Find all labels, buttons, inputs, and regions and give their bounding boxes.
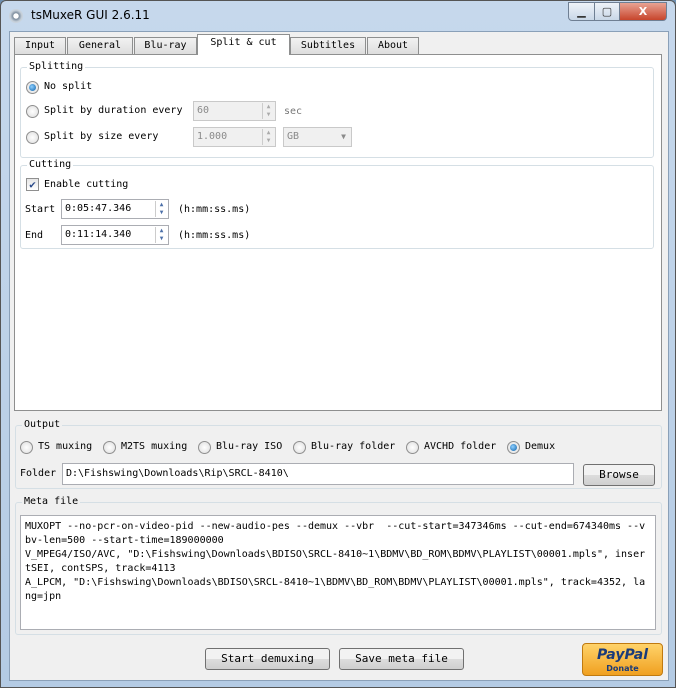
no-split-label: No split: [44, 81, 93, 92]
enable-cutting-checkbox[interactable]: ✔: [26, 178, 39, 191]
end-time-spinner[interactable]: ▲ ▼: [155, 227, 167, 243]
end-time-value: 0:11:14.340: [65, 229, 132, 240]
duration-spinner[interactable]: ▲ ▼: [262, 103, 274, 119]
folder-label: Folder: [20, 468, 57, 479]
splitting-title: Splitting: [27, 61, 86, 72]
split-duration-radio[interactable]: [26, 105, 39, 118]
m2ts-muxing-label: M2TS muxing: [121, 441, 188, 452]
output-title: Output: [22, 419, 63, 430]
enable-cutting-label: Enable cutting: [44, 179, 129, 190]
save-meta-file-button[interactable]: Save meta file: [339, 648, 464, 670]
avchd-folder-radio[interactable]: [406, 441, 419, 454]
start-demuxing-button[interactable]: Start demuxing: [205, 648, 330, 670]
start-time-input[interactable]: 0:05:47.346 ▲ ▼: [61, 199, 169, 219]
split-size-label: Split by size every: [44, 131, 159, 142]
tab-general[interactable]: General: [67, 37, 133, 55]
ts-muxing-label: TS muxing: [38, 441, 93, 452]
meta-file-title: Meta file: [22, 496, 81, 507]
end-label: End: [25, 230, 44, 241]
duration-unit: sec: [284, 106, 303, 117]
blu-ray-iso-radio[interactable]: [198, 441, 211, 454]
start-label: Start: [25, 204, 56, 215]
blu-ray-folder-radio[interactable]: [293, 441, 306, 454]
ts-muxing-radio[interactable]: [20, 441, 33, 454]
paypal-logo: PayPal: [596, 647, 649, 663]
split-size-radio[interactable]: [26, 131, 39, 144]
tab-input[interactable]: Input: [14, 37, 66, 55]
folder-input[interactable]: D:\Fishswing\Downloads\Rip\SRCL-8410\: [62, 463, 574, 485]
tab-about[interactable]: About: [367, 37, 419, 55]
donate-label: Donate: [606, 664, 639, 673]
minimize-button[interactable]: ▁: [568, 2, 595, 21]
app-icon: [9, 9, 23, 23]
chevron-down-icon: ▼: [341, 132, 346, 141]
size-spinner[interactable]: ▲ ▼: [262, 129, 274, 145]
tab-split-cut[interactable]: Split & cut: [197, 34, 290, 55]
no-split-radio[interactable]: [26, 81, 39, 94]
window-title: tsMuxeR GUI 2.6.11: [31, 8, 150, 22]
blu-ray-folder-label: Blu-ray folder: [311, 441, 396, 452]
tab-blu-ray[interactable]: Blu-ray: [134, 37, 197, 55]
demux-radio[interactable]: [507, 441, 520, 454]
demux-label: Demux: [525, 441, 556, 452]
size-unit-value: GB: [287, 131, 300, 142]
size-input[interactable]: 1.000 ▲ ▼: [193, 127, 276, 147]
split-duration-label: Split by duration every: [44, 105, 183, 116]
meta-file-textarea[interactable]: MUXOPT --no-pcr-on-video-pid --new-audio…: [20, 515, 656, 630]
size-value: 1.000: [197, 131, 228, 142]
end-time-input[interactable]: 0:11:14.340 ▲ ▼: [61, 225, 169, 245]
cutting-title: Cutting: [27, 159, 74, 170]
paypal-donate-button[interactable]: PayPal Donate: [582, 643, 663, 676]
duration-value: 60: [197, 105, 210, 116]
duration-input[interactable]: 60 ▲ ▼: [193, 101, 276, 121]
maximize-button[interactable]: ▢: [594, 2, 620, 21]
end-format-hint: (h:mm:ss.ms): [178, 230, 251, 241]
blu-ray-iso-label: Blu-ray ISO: [216, 441, 283, 452]
tab-subtitles[interactable]: Subtitles: [290, 37, 366, 55]
avchd-folder-label: AVCHD folder: [424, 441, 497, 452]
start-time-value: 0:05:47.346: [65, 203, 132, 214]
browse-button[interactable]: Browse: [583, 464, 655, 486]
start-time-spinner[interactable]: ▲ ▼: [155, 201, 167, 217]
close-button[interactable]: X: [619, 2, 667, 21]
size-unit-select[interactable]: GB ▼: [283, 127, 352, 147]
m2ts-muxing-radio[interactable]: [103, 441, 116, 454]
start-format-hint: (h:mm:ss.ms): [178, 204, 251, 215]
